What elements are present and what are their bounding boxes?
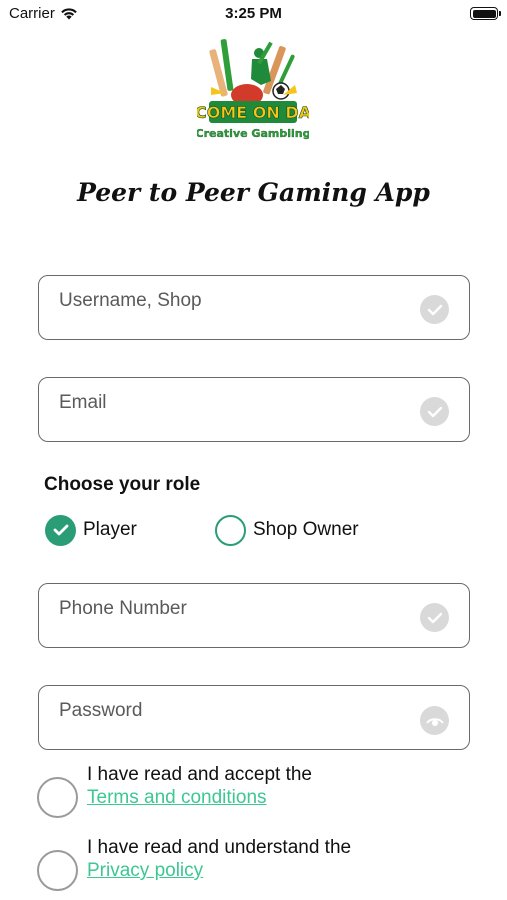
password-input[interactable] (39, 686, 469, 749)
eye-icon[interactable] (420, 706, 449, 735)
terms-link[interactable]: Terms and conditions (87, 787, 267, 809)
privacy-text: I have read and understand the (87, 837, 352, 858)
username-input[interactable] (39, 276, 469, 339)
app-title: Peer to Peer Gaming App (77, 178, 430, 207)
email-field[interactable] (38, 377, 470, 442)
checkmark-circle-icon[interactable] (45, 514, 76, 546)
email-input[interactable] (39, 378, 469, 441)
status-bar: Carrier 3:25 PM (0, 0, 507, 30)
role-option-player[interactable]: Player (45, 514, 137, 546)
role-option-label: Shop Owner (253, 519, 359, 540)
app-logo: COME ON DA Creative Gambling (197, 39, 309, 140)
battery-icon (470, 7, 501, 20)
privacy-checkbox[interactable] (37, 850, 78, 891)
status-time: 3:25 PM (225, 5, 282, 22)
role-option-label: Player (83, 519, 137, 540)
check-icon (420, 295, 449, 324)
privacy-link[interactable]: Privacy policy (87, 860, 203, 882)
check-icon (420, 397, 449, 426)
role-option-shop-owner[interactable]: Shop Owner (215, 514, 359, 546)
logo-subtitle: Creative Gambling (197, 127, 309, 140)
check-icon (420, 603, 449, 632)
password-field[interactable] (38, 685, 470, 750)
phone-field[interactable] (38, 583, 470, 648)
phone-input[interactable] (39, 584, 469, 647)
username-field[interactable] (38, 275, 470, 340)
terms-checkbox[interactable] (37, 777, 78, 818)
role-label: Choose your role (44, 474, 201, 495)
radio-circle-icon[interactable] (215, 514, 246, 546)
terms-text: I have read and accept the (87, 764, 312, 785)
logo-title: COME ON DA (197, 103, 309, 122)
